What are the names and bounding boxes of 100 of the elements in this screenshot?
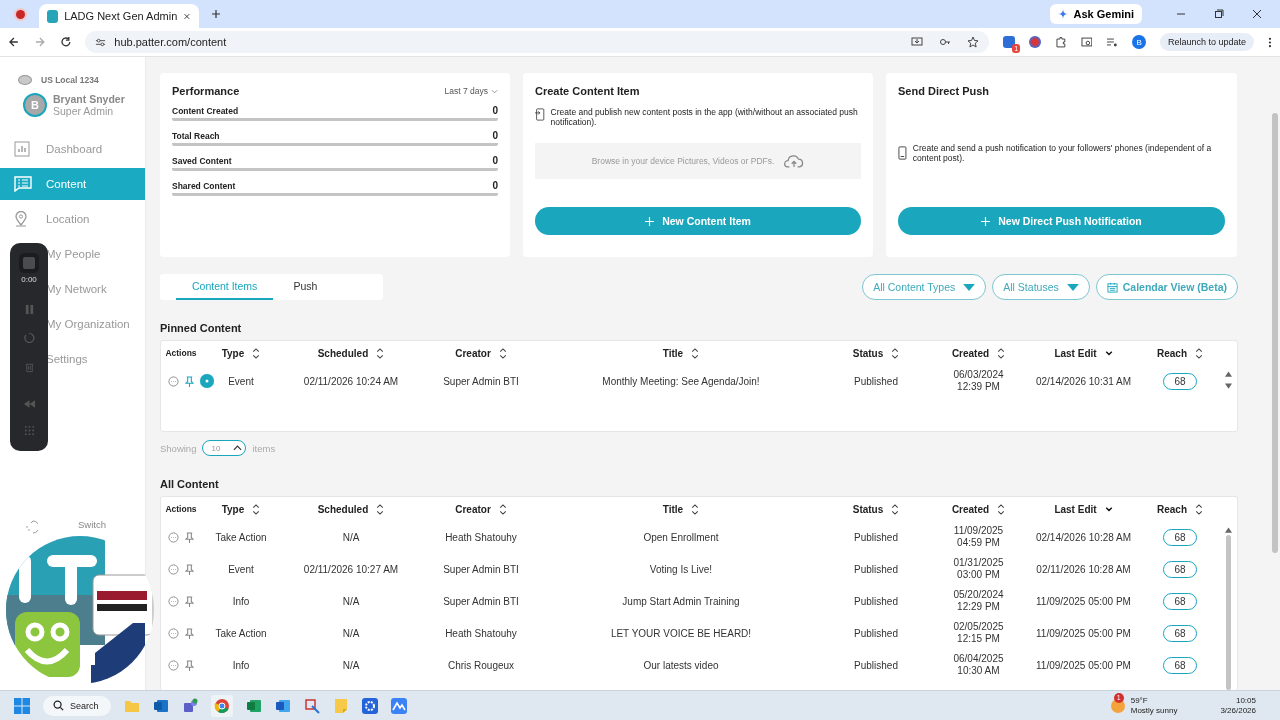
temperature: 59°F <box>1130 695 1149 706</box>
column-header[interactable]: Last Edit <box>1054 503 1097 515</box>
restart-icon[interactable] <box>23 332 35 344</box>
switch-icon[interactable] <box>24 519 38 535</box>
puzzle-icon[interactable] <box>1054 36 1067 48</box>
table-cell: N/A <box>342 627 360 639</box>
column-header[interactable]: Title <box>662 347 684 359</box>
restore-icon[interactable] <box>1214 9 1224 19</box>
sort-icon[interactable] <box>252 503 261 515</box>
table-cell: Open Enrollment <box>643 531 719 543</box>
period-dropdown[interactable]: Last 7 days <box>444 86 498 96</box>
org-logo-icon <box>18 75 32 85</box>
scroll-up-icon[interactable] <box>1224 527 1232 533</box>
sort-icon[interactable] <box>891 503 900 515</box>
profile-avatar[interactable]: B <box>1132 35 1146 49</box>
clock-date: 3/26/2026 <box>1220 705 1256 716</box>
mail-app-icon[interactable] <box>153 697 169 714</box>
pin-icon[interactable] <box>185 627 194 639</box>
column-header[interactable]: Last Edit <box>1054 347 1097 359</box>
sort-icon[interactable] <box>691 347 700 359</box>
pin-icon[interactable] <box>185 563 194 575</box>
sort-icon[interactable] <box>498 503 507 515</box>
chevron-down-icon <box>491 88 498 94</box>
document-app-icon[interactable] <box>275 697 291 714</box>
column-header[interactable]: Title <box>662 503 684 515</box>
recording-time: 0:00 <box>21 275 37 284</box>
column-header[interactable]: Reach <box>1157 347 1187 359</box>
key-icon[interactable] <box>939 36 952 48</box>
column-header[interactable]: Creator <box>455 347 491 359</box>
pin-icon[interactable] <box>185 595 194 607</box>
more-vertical-icon[interactable] <box>1268 36 1272 48</box>
snipping-app-icon[interactable] <box>304 697 320 714</box>
unpin-button[interactable] <box>200 374 214 388</box>
sort-icon[interactable] <box>691 503 700 515</box>
install-icon[interactable] <box>911 36 924 48</box>
clock-time: 10:05 <box>1235 695 1256 706</box>
column-header[interactable]: Created <box>951 503 990 515</box>
table-cell: Published <box>854 627 898 639</box>
taskbar-search[interactable]: Search <box>43 695 111 716</box>
column-header[interactable]: Reach <box>1157 503 1187 515</box>
address-field[interactable]: hub.patter.com/content <box>85 31 990 53</box>
sort-icon[interactable] <box>498 347 507 359</box>
column-header[interactable]: Status <box>852 347 884 359</box>
metric-label: Total Reach <box>172 131 220 141</box>
table-cell: Super Admin BTI <box>443 595 519 607</box>
back-icon[interactable] <box>8 36 20 48</box>
column-header[interactable]: Scheduled <box>317 503 369 515</box>
close-icon[interactable] <box>1252 9 1262 19</box>
mountain-app-icon[interactable] <box>391 697 407 714</box>
message-list-icon <box>14 175 32 192</box>
windows-logo-icon[interactable] <box>14 697 30 714</box>
switch-organization-link[interactable]: Switch <box>78 519 106 530</box>
table-cell: 02/14/2026 10:31 AM <box>1035 375 1132 387</box>
ask-gemini-button[interactable]: Ask Gemini <box>1050 4 1142 24</box>
column-header[interactable]: Type <box>221 347 245 359</box>
scroll-up-icon[interactable] <box>1224 371 1232 377</box>
browser-icon[interactable] <box>211 694 233 717</box>
browser-tab[interactable]: LADG Next Gen Admin <box>39 4 199 28</box>
user-role: Super Admin <box>53 105 115 117</box>
site-info-icon[interactable] <box>95 36 107 48</box>
column-header[interactable]: Created <box>951 347 990 359</box>
chat-app-icon[interactable] <box>182 697 198 714</box>
sort-icon[interactable] <box>997 347 1006 359</box>
tab[interactable]: Push <box>277 274 334 300</box>
sort-icon[interactable] <box>891 347 900 359</box>
scrollbar-thumb[interactable] <box>1272 113 1278 553</box>
column-header[interactable]: Status <box>852 503 884 515</box>
table-cell: Monthly Meeting: See Agenda/Join! <box>602 375 760 387</box>
metric-value: 0 <box>492 180 498 191</box>
column-header[interactable]: Creator <box>455 503 491 515</box>
pin-icon[interactable] <box>185 375 194 387</box>
sort-icon[interactable] <box>376 347 385 359</box>
scrollbar-thumb[interactable] <box>1225 535 1231 690</box>
pin-icon[interactable] <box>185 659 194 671</box>
sort-icon[interactable] <box>376 503 385 515</box>
sort-icon[interactable] <box>997 503 1006 515</box>
location-pin-icon <box>14 210 28 227</box>
extension-icon[interactable] <box>1003 36 1016 48</box>
extension-icon[interactable] <box>1029 36 1041 48</box>
scroll-down-icon[interactable] <box>1224 383 1232 389</box>
reload-icon[interactable] <box>59 36 72 48</box>
grip-icon[interactable] <box>23 425 35 436</box>
star-icon[interactable] <box>967 36 980 48</box>
sort-icon[interactable] <box>1195 503 1203 515</box>
card-description: Create and publish new content posts in the app (with/without an associated push notification). <box>550 107 859 127</box>
column-header[interactable]: Scheduled <box>317 347 369 359</box>
metric-label: Saved Content <box>172 156 232 166</box>
spreadsheet-app-icon[interactable] <box>246 697 262 714</box>
sort-icon[interactable] <box>1195 347 1203 359</box>
screen-search-icon[interactable] <box>1080 36 1093 48</box>
table-cell: 11/09/2025 05:00 PM <box>1036 595 1131 607</box>
column-header[interactable]: Type <box>221 503 245 515</box>
table-cell-text: 02/05/2025 12:15 PM <box>952 621 1005 645</box>
gear-app-icon[interactable] <box>362 697 378 714</box>
relaunch-button[interactable]: Relaunch to update <box>1160 33 1255 51</box>
media-icon[interactable] <box>1106 36 1119 48</box>
new-tab-icon[interactable] <box>211 9 221 19</box>
phone-icon <box>898 146 907 160</box>
sort-icon[interactable] <box>252 347 261 359</box>
pin-icon[interactable] <box>185 531 194 543</box>
